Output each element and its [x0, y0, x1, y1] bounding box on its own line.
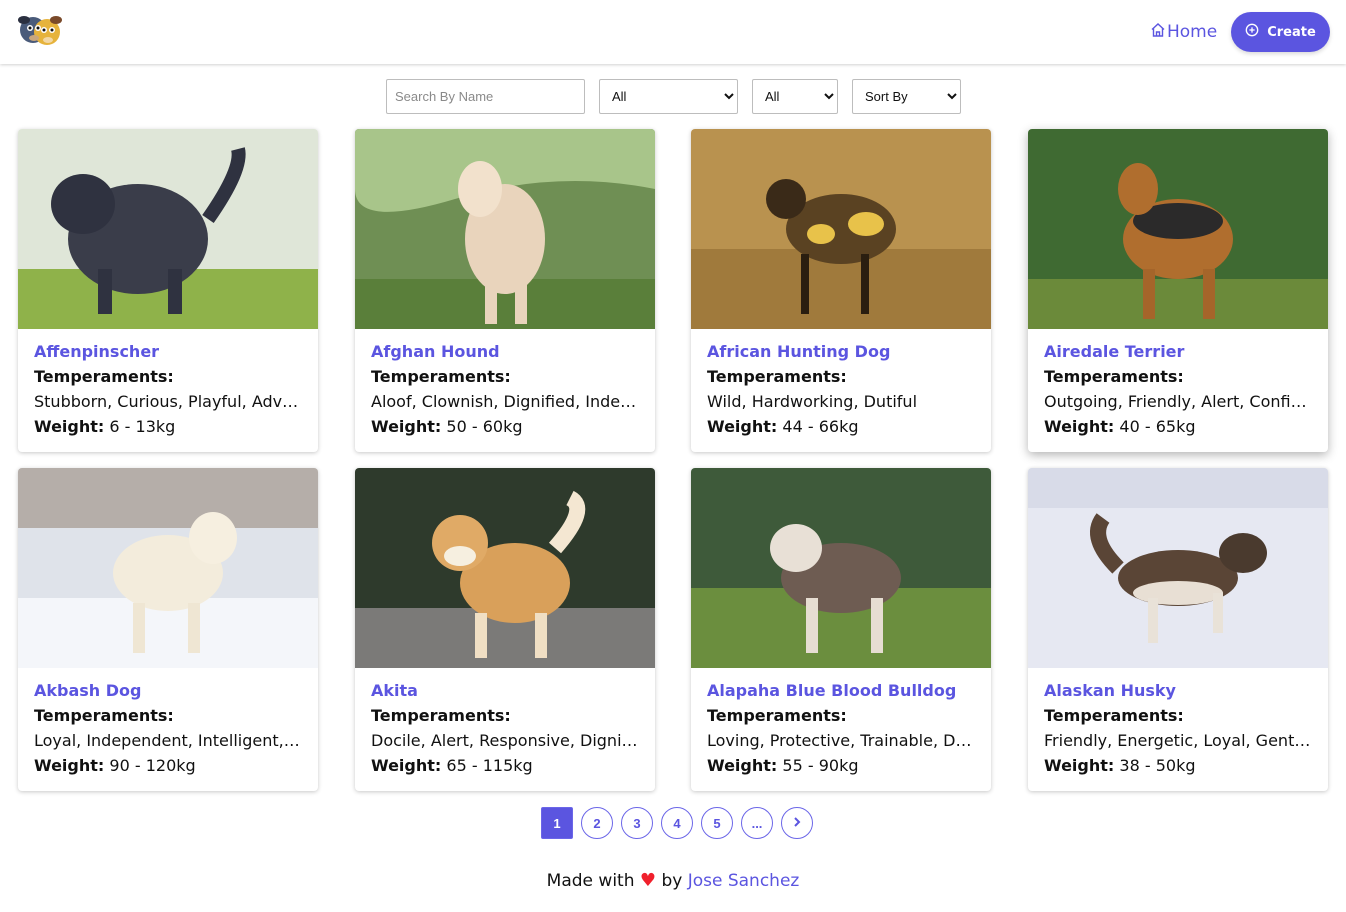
weight-label: Weight:: [34, 756, 105, 775]
page-button-1[interactable]: 1: [541, 807, 573, 839]
temperaments-label: Temperaments:: [1044, 706, 1184, 725]
navbar: Home Create: [0, 0, 1346, 64]
weight-label: Weight:: [1044, 417, 1115, 436]
author-link[interactable]: Jose Sanchez: [688, 871, 800, 891]
breed-image: [691, 468, 991, 668]
weight-value: 65 - 115kg: [446, 756, 533, 775]
breed-image: [355, 468, 655, 668]
breed-card[interactable]: Affenpinscher Temperaments: Stubborn, Cu…: [18, 129, 318, 452]
breed-image: [1028, 468, 1328, 668]
origin-select[interactable]: All: [752, 79, 838, 114]
page-ellipsis-button[interactable]: ...: [741, 807, 773, 839]
heart-icon: ♥: [639, 870, 657, 891]
weight-value: 50 - 60kg: [446, 417, 523, 436]
breed-image: [355, 129, 655, 329]
breed-image: [18, 129, 318, 329]
breed-name: Afghan Hound: [371, 342, 500, 361]
weight-value: 38 - 50kg: [1119, 756, 1196, 775]
weight-label: Weight:: [371, 756, 442, 775]
breed-card[interactable]: African Hunting Dog Temperaments: Wild, …: [691, 129, 991, 452]
breed-name: Alapaha Blue Blood Bulldog: [707, 681, 957, 700]
temperaments-label: Temperaments:: [707, 367, 847, 386]
logo[interactable]: [16, 8, 64, 52]
weight-value: 44 - 66kg: [782, 417, 859, 436]
breed-image: [691, 129, 991, 329]
weight-label: Weight:: [707, 417, 778, 436]
temperaments-value: Loyal, Independent, Intelligent, Brave: [34, 731, 302, 750]
next-page-button[interactable]: [781, 807, 813, 839]
page-button-5[interactable]: 5: [701, 807, 733, 839]
breed-name: Affenpinscher: [34, 342, 160, 361]
footer: Made with ♥ by Jose Sanchez: [0, 870, 1346, 891]
temperaments-label: Temperaments:: [371, 706, 511, 725]
breed-card[interactable]: Akita Temperaments: Docile, Alert, Respo…: [355, 468, 655, 791]
footer-by: by: [661, 871, 683, 891]
pagination: 1 2 3 4 5 ...: [0, 807, 1346, 839]
nav-home-label: Home: [1167, 22, 1218, 42]
breed-name: Alaskan Husky: [1044, 681, 1176, 700]
page-button-2[interactable]: 2: [581, 807, 613, 839]
breed-card[interactable]: Alaskan Husky Temperaments: Friendly, En…: [1028, 468, 1328, 791]
temperaments-value: Outgoing, Friendly, Alert, Confident, In…: [1044, 392, 1312, 411]
home-icon: [1150, 22, 1167, 43]
temperaments-label: Temperaments:: [34, 367, 174, 386]
weight-label: Weight:: [371, 417, 442, 436]
temperaments-value: Loving, Protective, Trainable, Dutiful, …: [707, 731, 975, 750]
filter-bar: All All Sort By: [0, 79, 1346, 114]
breed-card[interactable]: Airedale Terrier Temperaments: Outgoing,…: [1028, 129, 1328, 452]
breed-name: Akita: [371, 681, 418, 700]
nav-home-link[interactable]: Home: [1150, 20, 1217, 44]
temperaments-label: Temperaments:: [1044, 367, 1184, 386]
plus-circle-icon: [1245, 23, 1267, 41]
weight-value: 55 - 90kg: [782, 756, 859, 775]
weight-value: 90 - 120kg: [109, 756, 196, 775]
temperaments-value: Friendly, Energetic, Loyal, Gentle, Conf…: [1044, 731, 1312, 750]
breed-card[interactable]: Akbash Dog Temperaments: Loyal, Independ…: [18, 468, 318, 791]
temperament-select[interactable]: All: [599, 79, 738, 114]
create-button[interactable]: Create: [1231, 12, 1330, 52]
chevron-right-icon: [791, 816, 803, 831]
page-button-4[interactable]: 4: [661, 807, 693, 839]
weight-label: Weight:: [707, 756, 778, 775]
breed-card[interactable]: Alapaha Blue Blood Bulldog Temperaments:…: [691, 468, 991, 791]
breed-name: Airedale Terrier: [1044, 342, 1185, 361]
temperaments-value: Stubborn, Curious, Playful, Adventurous,…: [34, 392, 302, 411]
temperaments-label: Temperaments:: [34, 706, 174, 725]
page-button-3[interactable]: 3: [621, 807, 653, 839]
breed-image: [1028, 129, 1328, 329]
temperaments-value: Docile, Alert, Responsive, Dignified, Co…: [371, 731, 639, 750]
create-button-label: Create: [1267, 24, 1316, 40]
breed-name: African Hunting Dog: [707, 342, 891, 361]
sort-select[interactable]: Sort By: [852, 79, 961, 114]
breed-image: [18, 468, 318, 668]
search-input[interactable]: [386, 79, 585, 114]
weight-label: Weight:: [34, 417, 105, 436]
breed-name: Akbash Dog: [34, 681, 142, 700]
temperaments-value: Aloof, Clownish, Dignified, Independent,…: [371, 392, 639, 411]
weight-value: 6 - 13kg: [109, 417, 176, 436]
temperaments-label: Temperaments:: [371, 367, 511, 386]
weight-value: 40 - 65kg: [1119, 417, 1196, 436]
temperaments-label: Temperaments:: [707, 706, 847, 725]
weight-label: Weight:: [1044, 756, 1115, 775]
footer-made-with: Made with: [546, 871, 635, 891]
temperaments-value: Wild, Hardworking, Dutiful: [707, 392, 918, 411]
breed-card[interactable]: Afghan Hound Temperaments: Aloof, Clowni…: [355, 129, 655, 452]
